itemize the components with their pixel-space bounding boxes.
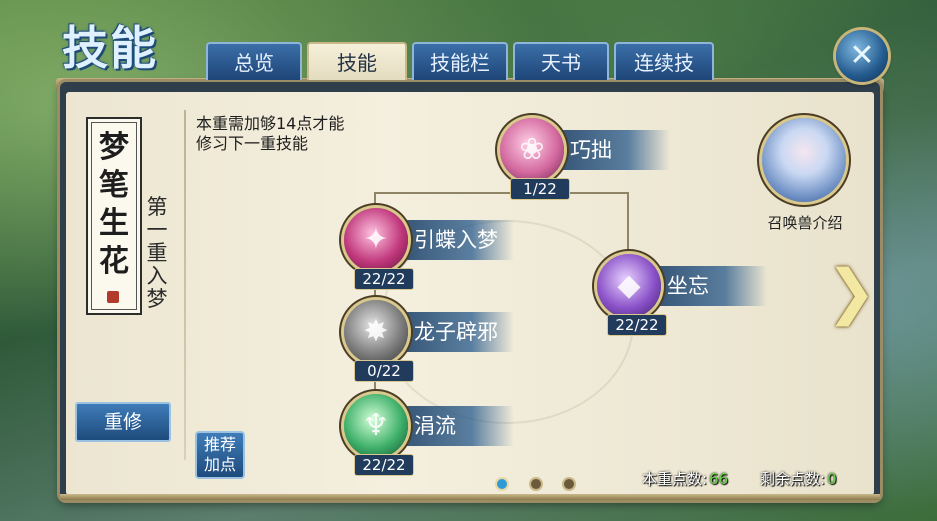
remaining-points-stat: 剩余点数: 0 <box>760 468 837 489</box>
crystal-icon: ◆ <box>597 254 661 318</box>
sect-scroll: 梦笔生花 <box>86 117 142 315</box>
water-spirit-icon: ♆ <box>344 394 408 458</box>
page-dot-3[interactable] <box>562 477 576 491</box>
tab-heavenly-book[interactable]: 天书 <box>513 42 609 80</box>
tier-name: 第一重入梦 <box>146 195 168 311</box>
tier-points-stat: 本重点数: 66 <box>642 468 728 489</box>
dragon-icon: ✸ <box>344 300 408 364</box>
pet-portrait-icon[interactable] <box>762 118 846 202</box>
pet-intro-label[interactable]: 召唤兽介绍 <box>750 212 860 233</box>
tier-notice: 本重需加够14点才能修习下一重技能 <box>196 114 345 153</box>
skill-points: 22/22 <box>354 454 414 476</box>
tab-combo[interactable]: 连续技 <box>614 42 714 80</box>
close-button[interactable]: ✕ <box>836 30 888 82</box>
window-title: 技能 <box>62 21 158 75</box>
page-dot-1[interactable] <box>495 477 509 491</box>
remaining-points-label: 剩余点数: <box>760 470 826 488</box>
tab-overview[interactable]: 总览 <box>206 42 302 80</box>
tier-points-label: 本重点数: <box>642 470 708 488</box>
tier-points-value: 66 <box>709 470 729 488</box>
recommend-points-button[interactable]: 推荐加点 <box>195 431 245 479</box>
tab-skills[interactable]: 技能 <box>307 42 407 80</box>
page-dot-2[interactable] <box>529 477 543 491</box>
remaining-points-value: 0 <box>827 470 837 488</box>
skill-points: 0/22 <box>354 360 414 382</box>
tab-skill-bar[interactable]: 技能栏 <box>412 42 508 80</box>
panel-bottom-rail <box>60 494 880 500</box>
sect-name: 梦笔生花 <box>99 130 129 279</box>
skill-points: 22/22 <box>607 314 667 336</box>
left-divider <box>184 110 186 460</box>
close-icon: ✕ <box>849 38 875 73</box>
reset-button[interactable]: 重修 <box>75 402 171 442</box>
tree-connector-horizontal <box>374 192 628 194</box>
skill-points: 1/22 <box>510 178 570 200</box>
red-seal-icon <box>107 291 119 303</box>
butterfly-dream-icon: ✦ <box>344 208 408 272</box>
pink-lotus-icon: ❀ <box>500 118 564 182</box>
skill-points: 22/22 <box>354 268 414 290</box>
tree-connector-right <box>627 192 629 256</box>
chevron-right-icon[interactable]: ❯ <box>826 262 876 322</box>
